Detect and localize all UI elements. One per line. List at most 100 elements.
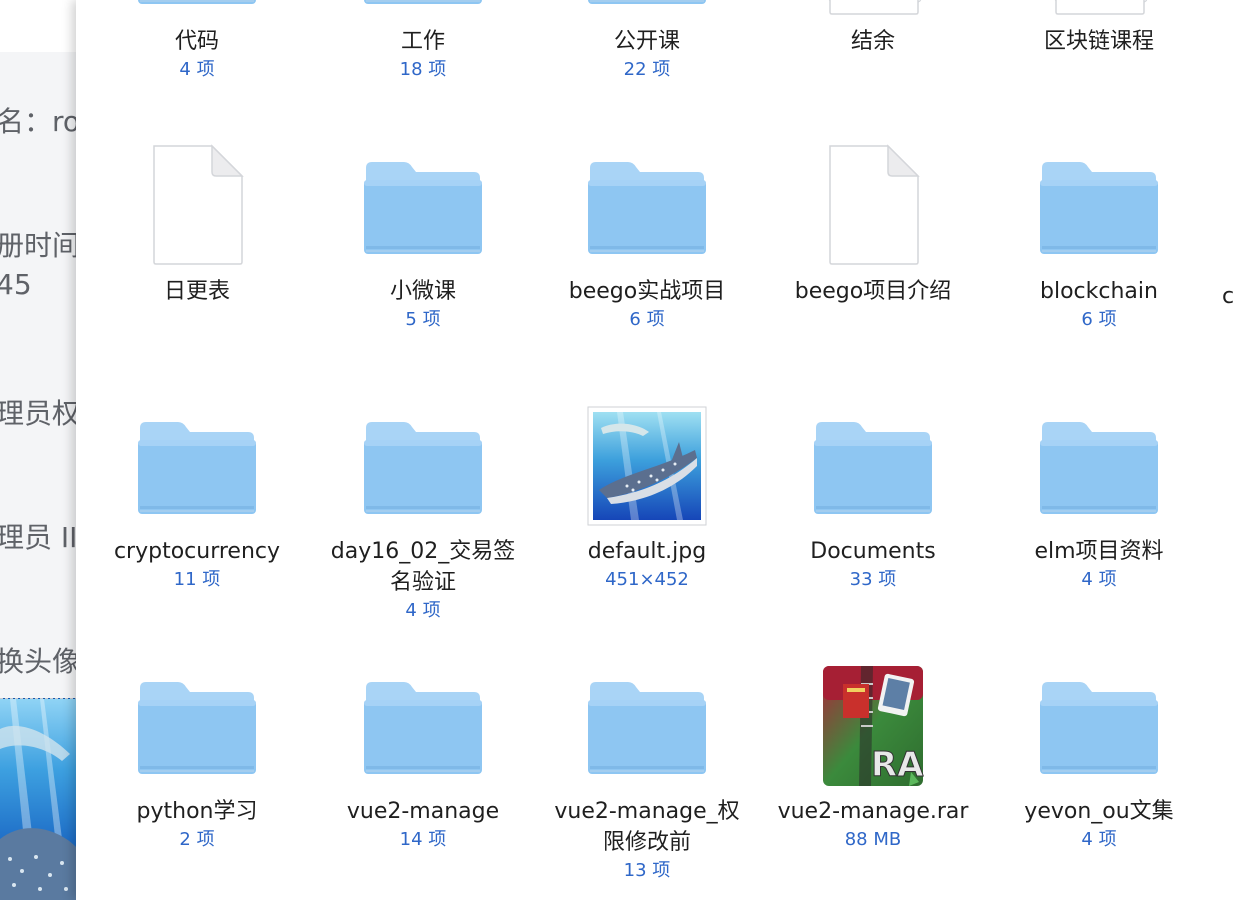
folder-icon: [138, 0, 256, 4]
file-name[interactable]: 结余: [773, 26, 973, 57]
file-thumbnail[interactable]: [773, 406, 973, 536]
folder-icon: [1040, 422, 1158, 514]
file-thumbnail[interactable]: [323, 406, 523, 536]
file-thumbnail[interactable]: [323, 0, 523, 26]
file-name[interactable]: vue2-manage: [323, 796, 523, 827]
document-icon: [1055, 0, 1145, 15]
file-meta: 18 项: [399, 59, 447, 80]
file-name[interactable]: 工作: [323, 26, 523, 57]
file-name[interactable]: 区块链课程: [999, 26, 1199, 57]
file-item[interactable]: 代码 4 项: [97, 0, 297, 83]
file-thumbnail[interactable]: [323, 666, 523, 796]
file-name[interactable]: 公开课: [547, 26, 747, 57]
folder-icon: [364, 422, 482, 514]
file-meta: 13 项: [623, 860, 671, 881]
file-name[interactable]: vue2-manage.rar: [773, 796, 973, 827]
folder-icon: [1040, 162, 1158, 254]
file-item[interactable]: vue2-manage 14 项: [323, 666, 523, 853]
file-meta: 22 项: [623, 59, 671, 80]
file-name[interactable]: beego实战项目: [547, 276, 747, 307]
file-thumbnail[interactable]: [999, 406, 1199, 536]
file-item[interactable]: beego实战项目 6 项: [547, 146, 747, 333]
background-topbar: [0, 0, 78, 52]
file-name[interactable]: day16_02_交易签名验证: [323, 536, 523, 598]
file-thumbnail[interactable]: [97, 666, 297, 796]
file-name[interactable]: blockchain: [999, 276, 1199, 307]
file-thumbnail[interactable]: [773, 144, 973, 276]
folder-icon: [588, 162, 706, 254]
background-web-page: 名：ro 册时间 45 理员权 理员 II 换头像: [0, 0, 78, 900]
file-item[interactable]: RAR vue2-manage.rar88 MB: [773, 666, 973, 853]
image-thumbnail: [587, 406, 707, 526]
background-text-admin-permission: 理员权: [0, 397, 78, 430]
file-thumbnail[interactable]: RAR: [773, 666, 973, 796]
file-meta: 33 项: [849, 569, 897, 590]
file-meta: 5 项: [405, 309, 441, 330]
folder-icon: [588, 682, 706, 774]
file-thumbnail[interactable]: [999, 146, 1199, 276]
file-item[interactable]: 区块链课程: [999, 0, 1199, 57]
file-name[interactable]: beego项目介绍: [773, 276, 973, 307]
background-text-admin-id: 理员 II: [0, 521, 78, 554]
file-item[interactable]: beego项目介绍: [773, 144, 973, 307]
svg-text:RAR: RAR: [871, 745, 925, 785]
folder-icon: [814, 422, 932, 514]
file-name[interactable]: python学习: [97, 796, 297, 827]
file-item[interactable]: 小微课 5 项: [323, 146, 523, 333]
background-avatar-image: [0, 698, 78, 900]
document-icon: [829, 0, 919, 15]
file-name[interactable]: Documents: [773, 536, 973, 567]
folder-icon: [138, 682, 256, 774]
file-thumbnail[interactable]: [547, 146, 747, 276]
file-item[interactable]: python学习 2 项: [97, 666, 297, 853]
background-text-change-avatar: 换头像: [0, 645, 78, 678]
file-meta: 4 项: [179, 59, 215, 80]
file-thumbnail[interactable]: [97, 144, 297, 276]
file-meta: 451×452: [605, 569, 689, 590]
file-item[interactable]: elm项目资料 4 项: [999, 406, 1199, 593]
file-meta: 11 项: [173, 569, 221, 590]
file-thumbnail[interactable]: [97, 0, 297, 26]
file-thumbnail[interactable]: [999, 0, 1199, 26]
file-item[interactable]: 公开课 22 项: [547, 0, 747, 83]
file-meta: 6 项: [1081, 309, 1117, 330]
file-thumbnail[interactable]: [773, 0, 973, 26]
file-name[interactable]: elm项目资料: [999, 536, 1199, 567]
partial-file-label: c: [1222, 284, 1234, 309]
file-item[interactable]: Documents 33 项: [773, 406, 973, 593]
folder-icon: [1040, 682, 1158, 774]
file-item[interactable]: 结余: [773, 0, 973, 57]
file-thumbnail[interactable]: [323, 146, 523, 276]
file-thumbnail[interactable]: [97, 406, 297, 536]
file-meta: 88 MB: [844, 829, 902, 850]
document-icon: [153, 144, 244, 265]
file-item[interactable]: yevon_ou文集 4 项: [999, 666, 1199, 853]
file-item[interactable]: cryptocurrency 11 项: [97, 406, 297, 593]
file-thumbnail[interactable]: [547, 0, 747, 26]
file-name[interactable]: yevon_ou文集: [999, 796, 1199, 827]
file-name[interactable]: 代码: [97, 26, 297, 57]
file-item[interactable]: 日更表: [97, 144, 297, 307]
file-thumbnail[interactable]: [547, 406, 747, 536]
folder-icon: [364, 162, 482, 254]
folder-icon: [138, 422, 256, 514]
background-text-time-value: 45: [0, 268, 32, 301]
file-thumbnail[interactable]: [547, 666, 747, 796]
file-item[interactable]: default.jpg 451×452: [547, 406, 747, 593]
file-name[interactable]: 日更表: [97, 276, 297, 307]
background-text-username: 名：ro: [0, 105, 78, 138]
file-name[interactable]: cryptocurrency: [97, 536, 297, 567]
folder-icon: [588, 0, 706, 4]
file-item[interactable]: day16_02_交易签名验证 4 项: [323, 406, 523, 624]
file-name[interactable]: vue2-manage_权限修改前: [547, 796, 747, 858]
file-meta: 14 项: [399, 829, 447, 850]
document-icon: [829, 144, 920, 265]
file-item[interactable]: vue2-manage_权限修改前 13 项: [547, 666, 747, 884]
file-thumbnail[interactable]: [999, 666, 1199, 796]
file-name[interactable]: 小微课: [323, 276, 523, 307]
folder-icon: [364, 682, 482, 774]
file-item[interactable]: blockchain 6 项: [999, 146, 1199, 333]
folder-icon: [364, 0, 482, 4]
file-name[interactable]: default.jpg: [547, 536, 747, 567]
file-item[interactable]: 工作 18 项: [323, 0, 523, 83]
